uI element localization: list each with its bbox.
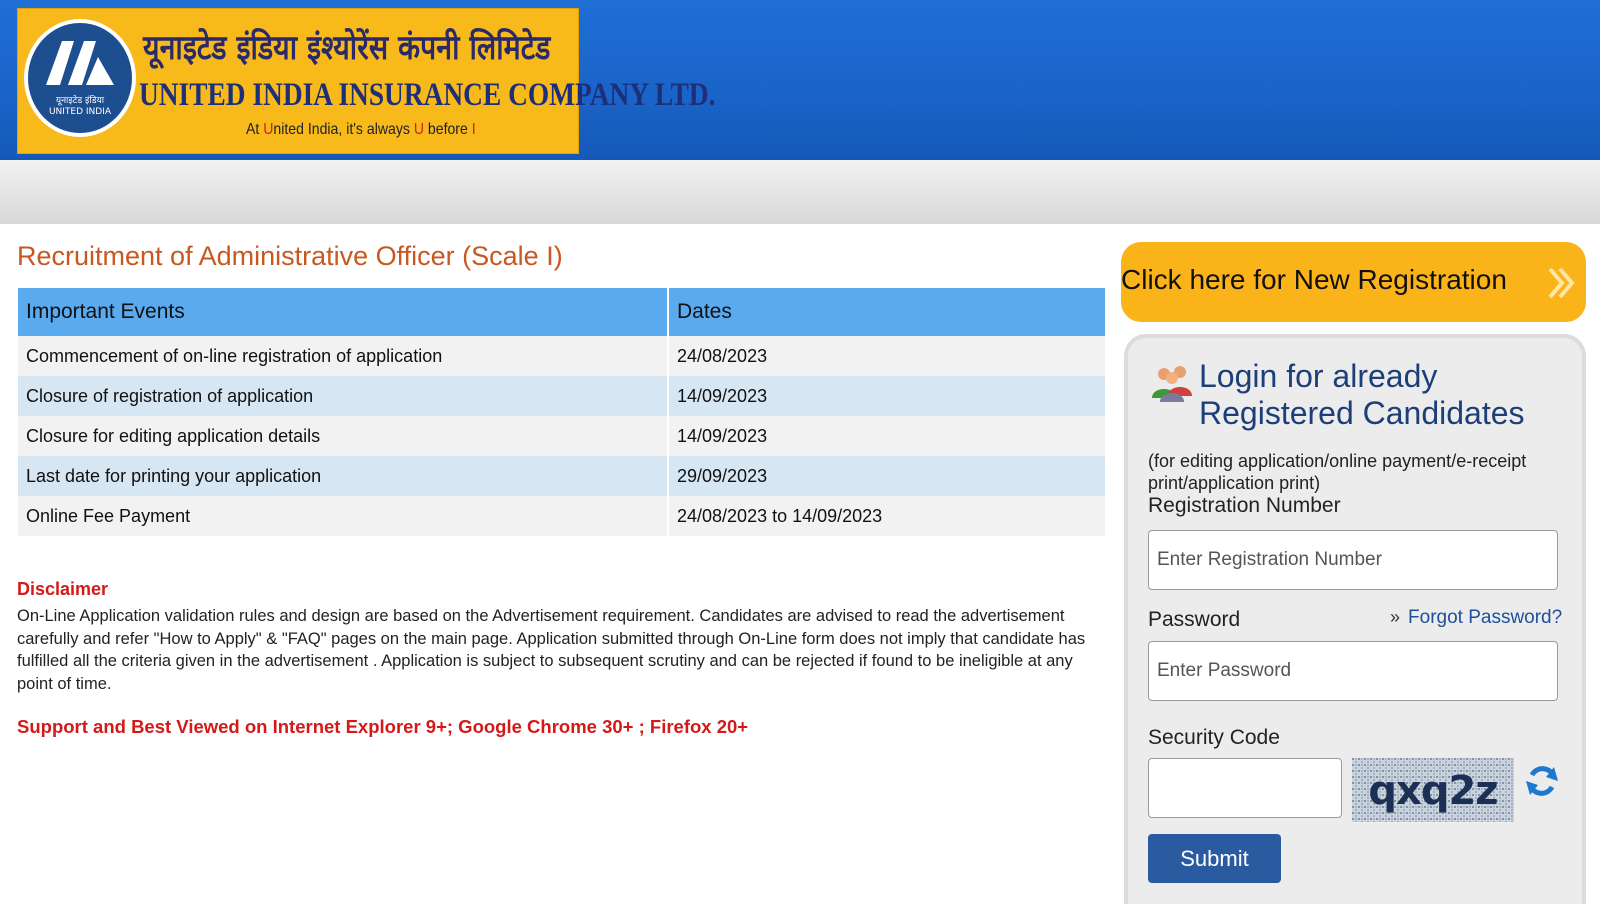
column-header-events: Important Events xyxy=(18,288,669,336)
table-row: Closure of registration of application 1… xyxy=(18,376,1105,416)
captcha-text: qxq2z xyxy=(1368,768,1497,814)
disclaimer-title: Disclaimer xyxy=(17,579,109,599)
disclaimer-body: On-Line Application validation rules and… xyxy=(17,607,1086,693)
date-cell: 24/08/2023 xyxy=(668,336,1105,376)
password-label: Password xyxy=(1148,608,1241,631)
table-row: Last date for printing your application … xyxy=(18,456,1105,496)
company-name-hindi: यूनाइटेड इंडिया इंश्योरेंस कंपनी लिमिटेड xyxy=(143,28,551,68)
company-tagline: At United India, it's always U before I xyxy=(246,121,476,138)
event-cell: Closure for editing application details xyxy=(18,416,669,456)
event-cell: Commencement of on-line registration of … xyxy=(18,336,669,376)
users-group-icon xyxy=(1152,366,1192,402)
ui-monogram-icon xyxy=(46,41,114,85)
logo-hindi-text: यूनाइटेड इंडिया xyxy=(55,96,105,106)
table-row: Online Fee Payment 24/08/2023 to 14/09/2… xyxy=(18,496,1105,536)
event-cell: Last date for printing your application xyxy=(18,456,669,496)
table-row: Commencement of on-line registration of … xyxy=(18,336,1105,376)
browser-support-note: Support and Best Viewed on Internet Expl… xyxy=(17,716,749,737)
table-header-row: Important Events Dates xyxy=(18,288,1105,336)
security-code-label: Security Code xyxy=(1148,726,1280,749)
event-cell: Closure of registration of application xyxy=(18,376,669,416)
refresh-captcha-icon[interactable] xyxy=(1524,763,1560,799)
company-logo-banner[interactable]: यूनाइटेड इंडिया UNITED INDIA यूनाइटेड इं… xyxy=(17,8,716,154)
page-title: Recruitment of Administrative Officer (S… xyxy=(17,241,563,271)
new-registration-label: Click here for New Registration xyxy=(1121,264,1507,295)
captcha-image: qxq2z xyxy=(1352,758,1514,822)
forgot-password-link[interactable]: » Forgot Password? xyxy=(1390,607,1562,629)
logo-english-text: UNITED INDIA xyxy=(48,107,112,117)
company-logo-emblem: यूनाइटेड इंडिया UNITED INDIA xyxy=(24,19,136,137)
registration-number-label: Registration Number xyxy=(1148,494,1341,517)
column-header-dates: Dates xyxy=(668,288,1105,336)
password-input[interactable] xyxy=(1148,641,1558,701)
company-name-english: UNITED INDIA INSURANCE COMPANY LTD. xyxy=(139,77,716,113)
login-panel: Login for already Registered Candidates … xyxy=(1124,334,1586,904)
double-chevron-right-icon xyxy=(1548,267,1575,299)
date-cell: 14/09/2023 xyxy=(668,376,1105,416)
double-chevron-right-icon: » xyxy=(1390,607,1401,627)
submit-button[interactable]: Submit xyxy=(1148,834,1281,883)
registration-number-input[interactable] xyxy=(1148,530,1558,590)
table-row: Closure for editing application details … xyxy=(18,416,1105,456)
date-cell: 14/09/2023 xyxy=(668,416,1105,456)
site-header: यूनाइटेड इंडिया UNITED INDIA यूनाइटेड इं… xyxy=(0,0,1600,160)
login-heading: Login for already Registered Candidates xyxy=(1199,358,1525,431)
navigation-band xyxy=(0,160,1600,224)
login-note: (for editing application/online payment/… xyxy=(1148,451,1527,493)
date-cell: 24/08/2023 to 14/09/2023 xyxy=(668,496,1105,536)
new-registration-button[interactable]: Click here for New Registration xyxy=(1121,242,1586,322)
event-cell: Online Fee Payment xyxy=(18,496,669,536)
security-code-input[interactable] xyxy=(1148,758,1342,818)
important-events-table: Important Events Dates Commencement of o… xyxy=(18,288,1105,536)
date-cell: 29/09/2023 xyxy=(668,456,1105,496)
